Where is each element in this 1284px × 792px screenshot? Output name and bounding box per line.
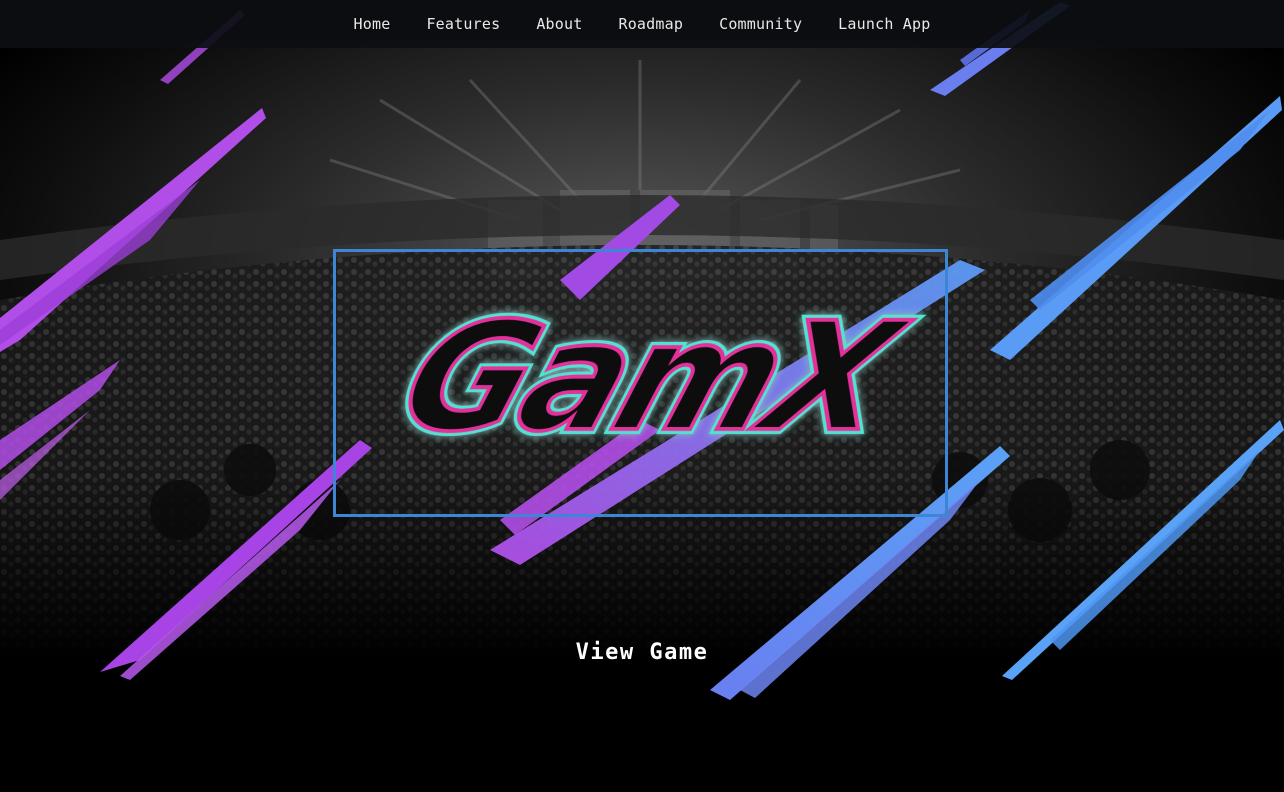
nav-launch-app-link[interactable]: Launch App xyxy=(820,0,948,48)
nav-roadmap-link[interactable]: Roadmap xyxy=(600,0,701,48)
nav-community-link[interactable]: Community xyxy=(701,0,820,48)
view-game-button[interactable]: View Game xyxy=(560,632,724,672)
nav-about-link[interactable]: About xyxy=(518,0,600,48)
logo-text: GamX xyxy=(382,291,923,465)
top-navigation: Home Features About Roadmap Community La… xyxy=(0,0,1284,48)
gamx-logo: GamX GamX xyxy=(377,286,928,470)
page: Home Features About Roadmap Community La… xyxy=(0,0,1284,792)
nav-features-link[interactable]: Features xyxy=(408,0,518,48)
nav-home-link[interactable]: Home xyxy=(336,0,409,48)
